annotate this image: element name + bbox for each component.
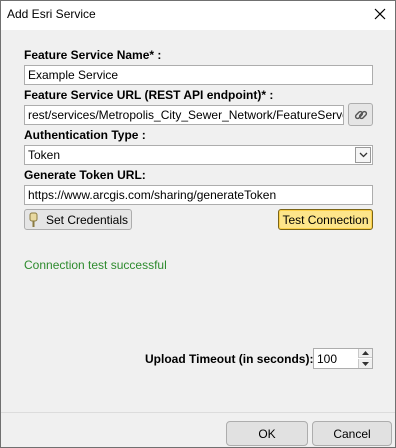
upload-timeout-label: Upload Timeout (in seconds): <box>145 352 314 366</box>
test-connection-label: Test Connection <box>282 212 369 227</box>
authentication-type-value: Token <box>28 148 61 162</box>
key-icon <box>29 212 38 227</box>
cancel-label: Cancel <box>333 426 371 441</box>
spin-up-button[interactable] <box>358 349 372 358</box>
spin-down-button[interactable] <box>358 359 372 368</box>
dropdown-button[interactable] <box>355 147 371 163</box>
ok-label: OK <box>258 426 276 441</box>
generate-token-url-input[interactable]: https://www.arcgis.com/sharing/generateT… <box>24 185 373 205</box>
feature-service-url-input[interactable]: rest/services/Metropolis_City_Sewer_Netw… <box>24 105 344 125</box>
link-button[interactable] <box>348 103 373 126</box>
title-bar: Add Esri Service <box>1 1 395 29</box>
feature-service-url-label: Feature Service URL (REST API endpoint)*… <box>24 88 274 102</box>
test-connection-button[interactable]: Test Connection <box>278 209 373 230</box>
authentication-type-label: Authentication Type : <box>24 128 146 142</box>
authentication-type-select[interactable]: Token <box>24 145 373 165</box>
chevron-down-icon <box>359 152 367 158</box>
set-credentials-button[interactable]: Set Credentials <box>24 209 132 230</box>
ok-button[interactable]: OK <box>226 421 308 446</box>
upload-timeout-value: 100 <box>317 352 338 366</box>
link-icon <box>354 110 367 119</box>
window-title: Add Esri Service <box>7 7 96 21</box>
feature-service-name-input[interactable]: Example Service <box>24 65 373 85</box>
connection-status-message: Connection test successful <box>24 258 167 272</box>
add-esri-service-dialog: Add Esri Service Feature Service Name* :… <box>0 0 396 448</box>
spin-up-icon <box>362 351 369 355</box>
set-credentials-label: Set Credentials <box>45 212 129 227</box>
dialog-footer: OK Cancel <box>1 412 395 447</box>
close-icon <box>374 8 386 20</box>
spin-down-icon <box>362 361 369 366</box>
cancel-button[interactable]: Cancel <box>312 421 392 446</box>
upload-timeout-spinner[interactable]: 100 <box>313 348 373 369</box>
close-button[interactable] <box>367 3 393 25</box>
generate-token-url-label: Generate Token URL: <box>24 168 146 182</box>
dialog-content: Feature Service Name* : Example Service … <box>1 30 395 412</box>
feature-service-name-label: Feature Service Name* : <box>24 48 162 62</box>
